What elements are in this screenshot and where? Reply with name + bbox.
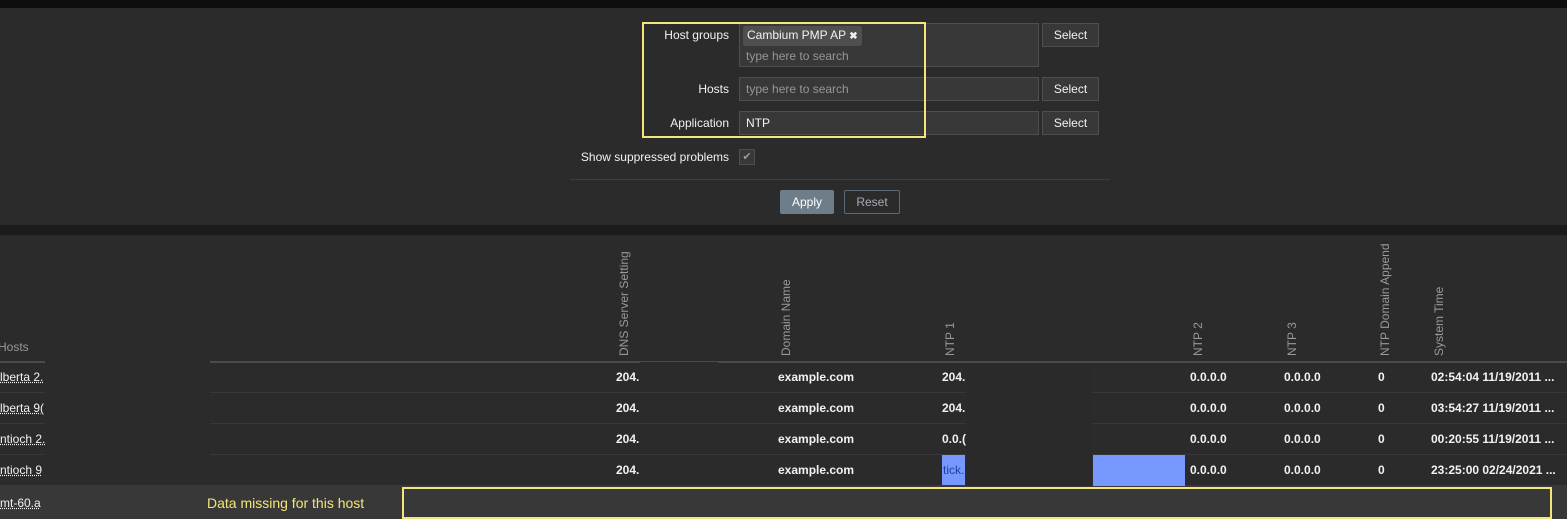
missing-data-box xyxy=(402,487,1552,519)
host-groups-select-button[interactable]: Select xyxy=(1042,23,1099,47)
reset-button[interactable]: Reset xyxy=(844,190,900,214)
column-header-ntp1[interactable]: NTP 1 xyxy=(943,322,957,356)
ntp3-cell: 0.0.0.0 xyxy=(1284,463,1321,477)
selection-highlight xyxy=(1093,455,1185,486)
redaction xyxy=(45,392,210,423)
table-row: lberta 2. 204. example.com 204. 0.0.0.0 0.0.0… xyxy=(0,361,1567,398)
ntp1-cell: 204. xyxy=(942,370,966,384)
ntp2-cell: 0.0.0.0 xyxy=(1190,432,1227,446)
ntp1-cell: 204. xyxy=(942,401,966,415)
redaction xyxy=(966,393,1092,424)
redaction xyxy=(640,362,718,392)
redaction xyxy=(640,424,718,454)
redaction xyxy=(640,393,718,423)
column-header-ntp3[interactable]: NTP 3 xyxy=(1285,322,1299,356)
host-link[interactable]: ntioch 2. xyxy=(0,424,45,454)
dns-cell: 204. xyxy=(616,401,640,415)
top-bar xyxy=(0,0,1567,8)
system-time-cell: 02:54:04 11/19/2011 ... xyxy=(1431,370,1555,384)
dns-cell: 204. xyxy=(616,370,640,384)
apply-button[interactable]: Apply xyxy=(780,190,834,214)
domain-cell: example.com xyxy=(778,432,855,446)
redaction xyxy=(45,423,210,454)
redaction xyxy=(966,424,1092,455)
column-header-domain[interactable]: Domain Name xyxy=(779,279,793,356)
redaction xyxy=(640,455,718,485)
hosts-select-button[interactable]: Select xyxy=(1042,77,1099,101)
application-select-button[interactable]: Select xyxy=(1042,111,1099,135)
table-row-missing: mt-60.a Data missing for this host xyxy=(0,486,1567,519)
ntp1-cell: 0.0.( xyxy=(942,432,967,446)
system-time-cell: 03:54:27 11/19/2011 ... xyxy=(1431,401,1555,415)
ntp3-cell: 0.0.0.0 xyxy=(1284,432,1321,446)
table-row: ntioch 2. 204. example.com 0.0.( 0.0.0.0 0.0.… xyxy=(0,423,1567,455)
section-gap xyxy=(0,225,1567,235)
redaction xyxy=(45,361,210,392)
domain-cell: example.com xyxy=(778,370,855,384)
ntp1-cell: tick. xyxy=(942,455,966,485)
table-row: ntioch 9 204. example.com tick. 0.0.0.0 0.0.0… xyxy=(0,454,1567,486)
dns-cell: 204. xyxy=(616,463,640,477)
ntp3-cell: 0.0.0.0 xyxy=(1284,401,1321,415)
domain-cell: example.com xyxy=(778,401,855,415)
dns-cell: 204. xyxy=(616,432,640,446)
table-row: lberta 9( 204. example.com 204. 0.0.0.0 0.0.0… xyxy=(0,392,1567,424)
highlight-box xyxy=(642,22,926,138)
column-header-dns[interactable]: DNS Server Setting xyxy=(617,251,631,356)
suppressed-label: Show suppressed problems xyxy=(580,150,729,164)
suppressed-checkbox[interactable]: ✔ xyxy=(739,149,755,165)
host-link[interactable]: lberta 9( xyxy=(0,393,44,423)
domain-cell: example.com xyxy=(778,463,855,477)
missing-data-annotation: Data missing for this host xyxy=(207,495,365,511)
divider xyxy=(570,179,1110,180)
column-header-ntp2[interactable]: NTP 2 xyxy=(1191,322,1205,356)
ntp-domain-append-cell: 0 xyxy=(1378,401,1385,415)
ntp-domain-append-cell: 0 xyxy=(1378,432,1385,446)
ntp3-cell: 0.0.0.0 xyxy=(1284,370,1321,384)
ntp2-cell: 0.0.0.0 xyxy=(1190,463,1227,477)
redaction xyxy=(45,454,210,485)
ntp-domain-append-cell: 0 xyxy=(1378,463,1385,477)
ntp-domain-append-cell: 0 xyxy=(1378,370,1385,384)
host-link[interactable]: ntioch 9 xyxy=(0,455,42,485)
redaction xyxy=(966,455,1092,486)
ntp2-cell: 0.0.0.0 xyxy=(1190,370,1227,384)
column-header-system-time[interactable]: System Time xyxy=(1432,287,1446,356)
column-header-hosts[interactable]: Hosts xyxy=(0,340,29,354)
system-time-cell: 23:25:00 02/24/2021 ... xyxy=(1431,463,1556,477)
host-link[interactable]: mt-60.a xyxy=(0,488,41,518)
host-link[interactable]: lberta 2. xyxy=(0,362,43,392)
column-header-ntp-domain-append[interactable]: NTP Domain Append xyxy=(1378,243,1392,356)
ntp2-cell: 0.0.0.0 xyxy=(1190,401,1227,415)
system-time-cell: 00:20:55 11/19/2011 ... xyxy=(1431,432,1555,446)
